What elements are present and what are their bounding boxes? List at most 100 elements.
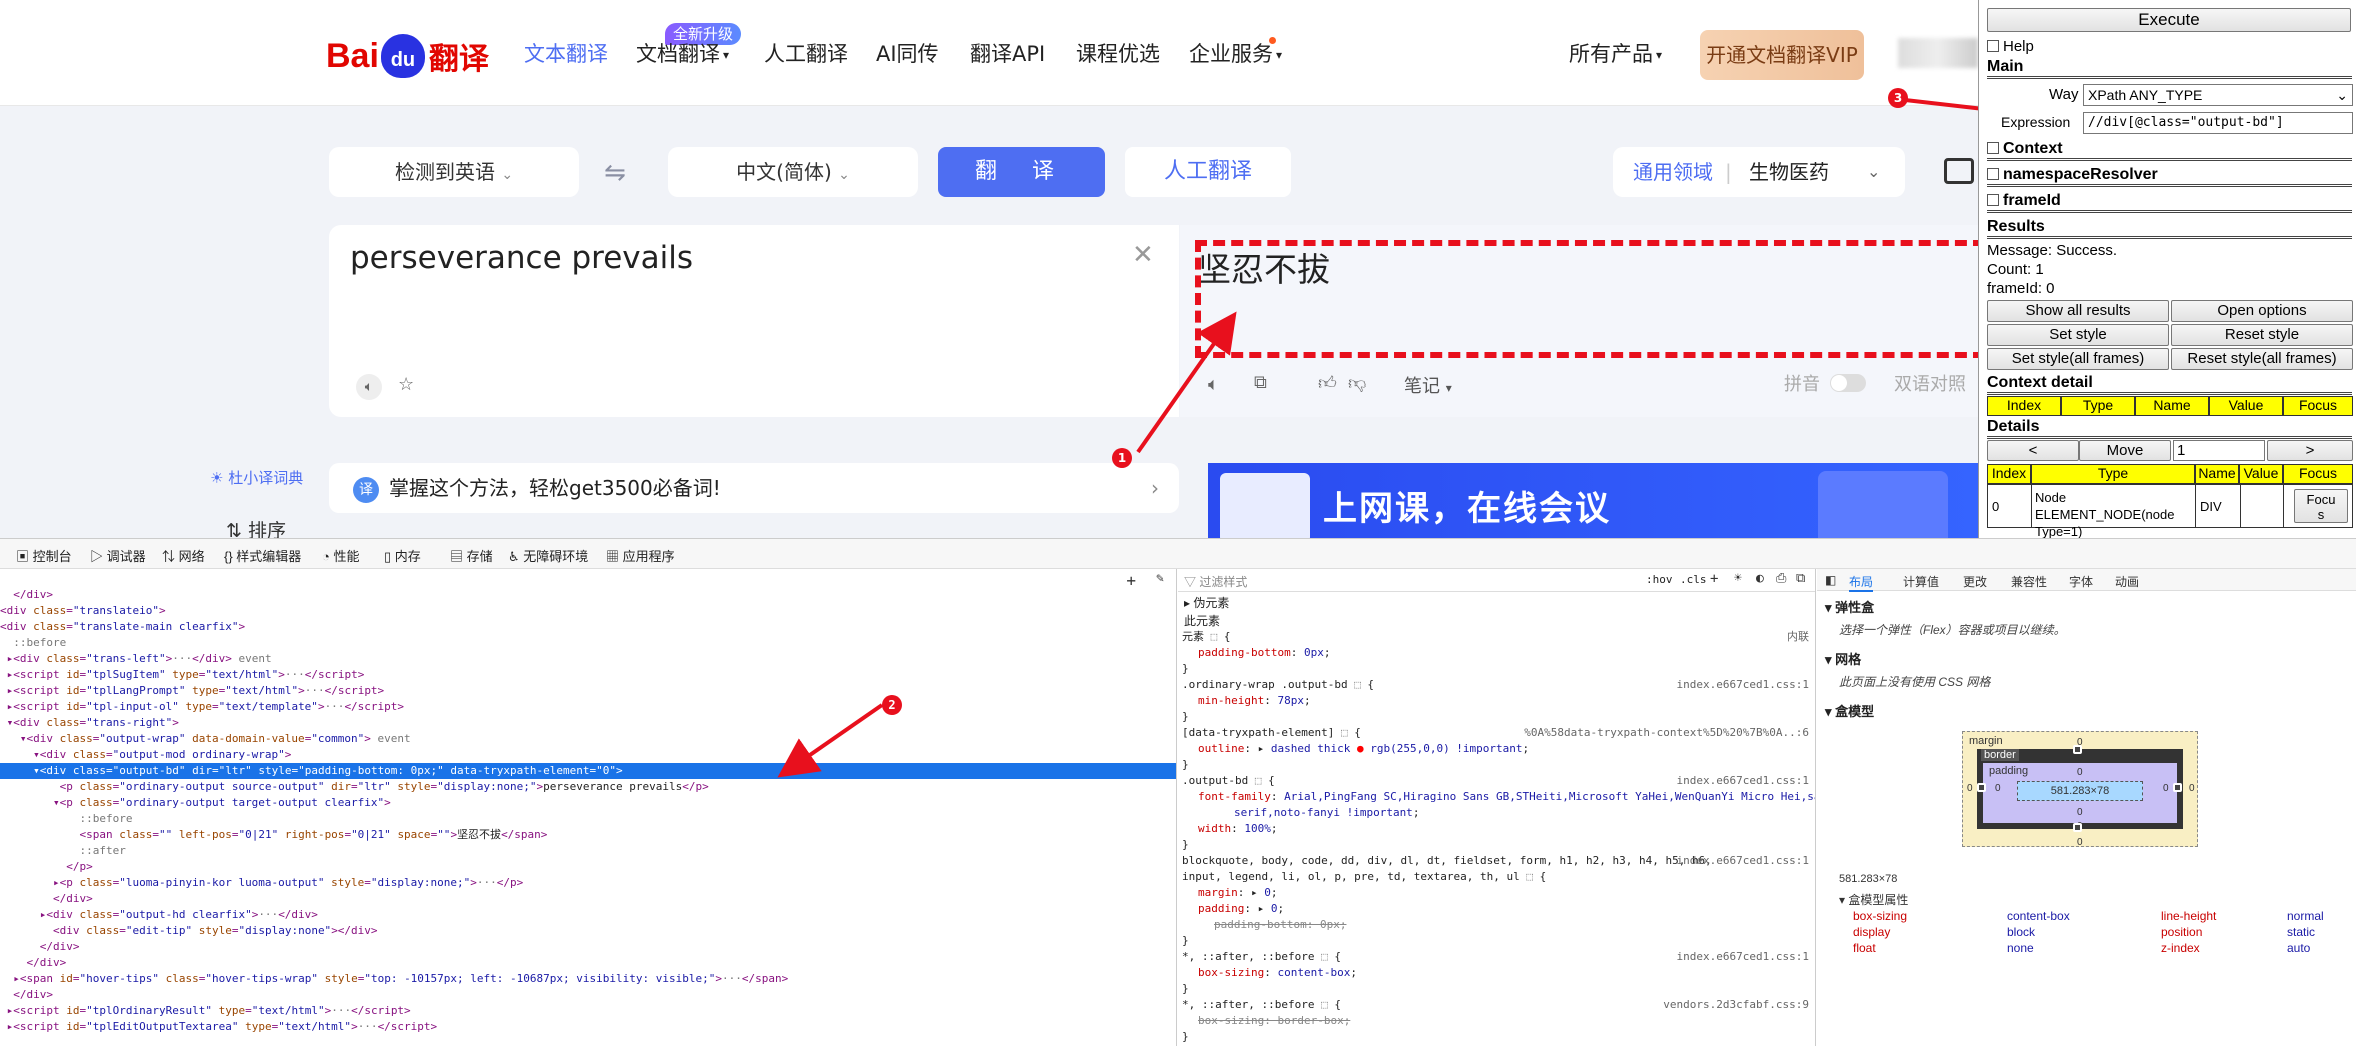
tab-console[interactable]: ▣ 控制台	[16, 546, 72, 565]
css-prop[interactable]: margin: ▸ 0;	[1198, 885, 1278, 901]
this-element-label: 此元素	[1184, 614, 1221, 628]
css-rule[interactable]: .output-bd ⬚ {	[1182, 773, 1275, 789]
css-source[interactable]: index.e667ced1.css:1	[1677, 677, 1809, 693]
css-rule[interactable]: *, ::after, ::before ⬚ {	[1182, 949, 1341, 965]
show-all-results-button[interactable]: Show all results	[1987, 300, 2169, 322]
grid-section-toggle[interactable]: ▾ 网格	[1825, 649, 1861, 668]
context-label: Context	[2003, 140, 2063, 157]
inline-label: 内联	[1787, 630, 1809, 643]
tab-storage[interactable]: ▤ 存储	[450, 546, 493, 565]
print-icon[interactable]: ⎙	[1776, 571, 1786, 586]
tab-layout[interactable]: 布局	[1849, 573, 1874, 592]
grid-label: 网格	[1835, 652, 1862, 667]
css-prop[interactable]: font-family: Arial,PingFang SC,Hiragino …	[1198, 789, 1815, 805]
open-options-button[interactable]: Open options	[2171, 300, 2353, 322]
namespace-label: namespaceResolver	[2003, 166, 2158, 183]
focus-button[interactable]: Focu s	[2294, 489, 2348, 523]
bm-prop-value: content-box	[2007, 909, 2070, 923]
css-source[interactable]: %0A%58data-tryxpath-context%5D%20%7B%0A.…	[1524, 725, 1809, 741]
css-rule[interactable]: .ordinary-wrap .output-bd ⬚ {	[1182, 677, 1374, 693]
reset-style-all-frames-button[interactable]: Reset style(all frames)	[2171, 348, 2353, 370]
expression-input[interactable]: //div[@class="output-bd"]	[2083, 112, 2353, 134]
tab-accessibility[interactable]: ♿︎ 无障碍环境	[508, 546, 588, 565]
tab-application[interactable]: ▦ 应用程序	[606, 546, 675, 565]
reset-style-button[interactable]: Reset style	[2171, 324, 2353, 346]
boxmodel-props-toggle[interactable]: ▾ 盒模型属性	[1839, 891, 1908, 908]
resize-handle[interactable]	[2173, 783, 2182, 792]
add-rule-icon[interactable]: +	[1710, 571, 1718, 587]
detail-header-focus: Focus	[2283, 464, 2353, 484]
css-source[interactable]: vendors.2d3cfabf.css:9	[1663, 997, 1809, 1013]
checkbox-icon	[1987, 40, 1999, 52]
result-message: Message: Success.	[1987, 242, 2118, 259]
tab-performance-label: 性能	[333, 549, 360, 564]
panel-toggle-icon[interactable]: ◧	[1825, 573, 1836, 587]
tab-compat[interactable]: 兼容性	[2011, 573, 2047, 590]
prev-button[interactable]: <	[1987, 440, 2079, 461]
tab-computed[interactable]: 计算值	[1903, 573, 1939, 590]
css-prop[interactable]: width: 100%;	[1198, 821, 1278, 837]
tab-fonts[interactable]: 字体	[2069, 573, 2093, 590]
css-source[interactable]: index.e667ced1.css:1	[1677, 853, 1809, 869]
tab-memory[interactable]: ▯ 内存	[384, 546, 421, 565]
tab-application-label: 应用程序	[622, 549, 675, 564]
bm-value: 0	[2189, 783, 2195, 794]
tab-changes[interactable]: 更改	[1963, 573, 1987, 590]
tab-debugger[interactable]: ▷ 调试器	[90, 546, 146, 565]
way-label: Way	[2049, 86, 2079, 103]
css-rule[interactable]: blockquote, body, code, dd, div, dl, dt,…	[1182, 853, 1712, 869]
bm-value: 0	[2077, 807, 2083, 818]
tab-performance[interactable]: ◔ 性能	[322, 546, 359, 565]
css-rule-end: }	[1182, 662, 1189, 675]
css-prop[interactable]: box-sizing: content-box;	[1198, 965, 1357, 981]
console-icon: ▣	[16, 549, 33, 564]
frameid-checkbox[interactable]: frameId	[1987, 192, 2352, 213]
css-rule[interactable]: 元素 ⬚ {	[1182, 629, 1231, 645]
chevron-down-icon: ⌄	[2336, 87, 2348, 103]
layout-panel: ◧ 布局 计算值 更改 兼容性 字体 动画 ▾ 弹性盒 选择一个弹性（Flex）…	[1817, 569, 2356, 1046]
css-rule[interactable]: *, ::after, ::before ⬚ {	[1182, 997, 1341, 1013]
way-select[interactable]: XPath ANY_TYPE ⌄	[2083, 84, 2353, 106]
copy-icon[interactable]: ⧉	[1796, 571, 1805, 586]
help-checkbox[interactable]: Help	[1987, 38, 2034, 55]
css-source[interactable]: index.e667ced1.css:1	[1677, 949, 1809, 965]
css-prop[interactable]: padding-bottom: 0px;	[1198, 645, 1330, 661]
dark-theme-icon[interactable]: ◐	[1756, 571, 1764, 586]
css-prop-overridden[interactable]: box-sizing: border-box;	[1198, 1013, 1350, 1029]
boxmodel-section-toggle[interactable]: ▾ 盒模型	[1825, 701, 1874, 720]
styles-filter-input[interactable]: ▽ 过滤样式	[1184, 573, 1247, 590]
css-prop[interactable]: padding: ▸ 0;	[1198, 901, 1284, 917]
namespace-checkbox[interactable]: namespaceResolver	[1987, 166, 2352, 187]
resize-handle[interactable]	[1977, 783, 1986, 792]
execute-button[interactable]: Execute	[1987, 8, 2351, 32]
tab-network[interactable]: ⇅ 网络	[162, 546, 205, 565]
css-prop[interactable]: min-height: 78px;	[1198, 693, 1311, 709]
cls-toggle[interactable]: .cls	[1680, 573, 1707, 586]
ctx-header-focus: Focus	[2283, 396, 2353, 416]
css-source[interactable]: index.e667ced1.css:1	[1677, 773, 1809, 789]
flex-section-toggle[interactable]: ▾ 弹性盒	[1825, 597, 1874, 616]
move-button[interactable]: Move	[2079, 440, 2171, 461]
bm-prop-name: float	[1853, 941, 1876, 955]
layout-tabbar: ◧ 布局 计算值 更改 兼容性 字体 动画	[1817, 569, 2356, 592]
resize-handle[interactable]	[2073, 745, 2082, 754]
expression-label: Expression	[2001, 114, 2071, 130]
tab-animations[interactable]: 动画	[2115, 573, 2139, 590]
bm-prop-value: static	[2287, 925, 2316, 939]
resize-handle[interactable]	[2073, 823, 2082, 832]
tab-style-editor[interactable]: {} 样式编辑器	[224, 546, 301, 565]
xpath-helper-panel: Execute Help Main Way XPath ANY_TYPE ⌄ Ex…	[1978, 0, 2356, 539]
css-prop-overridden[interactable]: padding-bottom: 0px;	[1214, 917, 1346, 933]
hov-toggle[interactable]: :hov	[1646, 573, 1673, 586]
css-rule[interactable]: [data-tryxpath-element] ⬚ {	[1182, 725, 1361, 741]
move-index-input[interactable]: 1	[2173, 440, 2265, 461]
next-button[interactable]: >	[2267, 440, 2353, 461]
set-style-button[interactable]: Set style	[1987, 324, 2169, 346]
boxmodel-content: 581.283×78	[2017, 781, 2143, 801]
pseudo-elements-toggle[interactable]: ▸ 伪元素	[1184, 595, 1229, 611]
light-theme-icon[interactable]: ☀︎	[1734, 571, 1742, 586]
context-checkbox[interactable]: Context	[1987, 140, 2352, 161]
set-style-all-frames-button[interactable]: Set style(all frames)	[1987, 348, 2169, 370]
css-selector-cont: input, legend, li, ol, p, pre, td, texta…	[1182, 870, 1547, 883]
css-prop[interactable]: outline: ▸ dashed thick ● rgb(255,0,0) !…	[1198, 741, 1529, 757]
